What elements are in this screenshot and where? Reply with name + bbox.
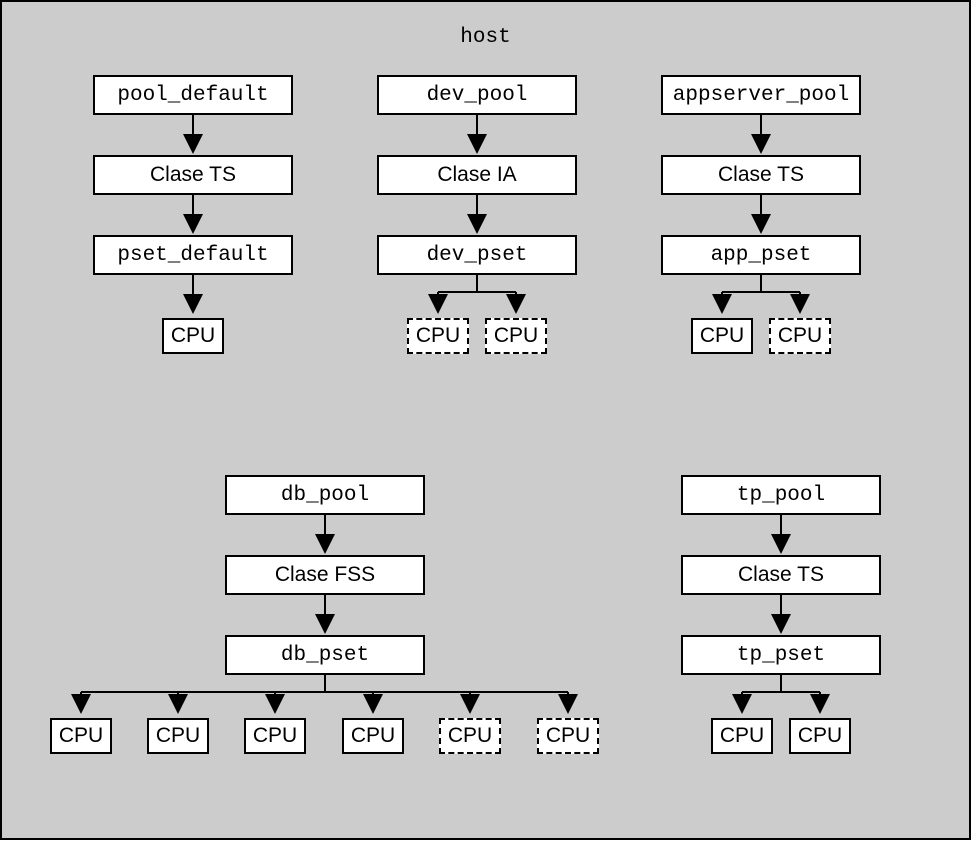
- cpu-box: CPU: [407, 318, 469, 354]
- pool-name-box: tp_pool: [681, 475, 881, 515]
- connector-layer: [2, 2, 971, 842]
- class-box: Clase TS: [93, 155, 293, 195]
- pset-box: app_pset: [661, 235, 861, 275]
- cpu-box: CPU: [162, 318, 224, 354]
- pset-box: db_pset: [225, 635, 425, 675]
- cpu-box: CPU: [244, 718, 306, 754]
- pool-name-box: appserver_pool: [661, 75, 861, 115]
- cpu-box: CPU: [439, 718, 501, 754]
- cpu-box: CPU: [769, 318, 831, 354]
- pool-name-box: dev_pool: [377, 75, 577, 115]
- pset-box: pset_default: [93, 235, 293, 275]
- class-box: Clase FSS: [225, 555, 425, 595]
- class-box: Clase IA: [377, 155, 577, 195]
- diagram-canvas: host: [0, 0, 971, 840]
- pset-box: tp_pset: [681, 635, 881, 675]
- cpu-box: CPU: [147, 718, 209, 754]
- class-box: Clase TS: [661, 155, 861, 195]
- cpu-box: CPU: [537, 718, 599, 754]
- cpu-box: CPU: [485, 318, 547, 354]
- cpu-box: CPU: [789, 718, 851, 754]
- class-box: Clase TS: [681, 555, 881, 595]
- cpu-box: CPU: [342, 718, 404, 754]
- pool-name-box: pool_default: [93, 75, 293, 115]
- cpu-box: CPU: [711, 718, 773, 754]
- cpu-box: CPU: [691, 318, 753, 354]
- cpu-box: CPU: [50, 718, 112, 754]
- pool-name-box: db_pool: [225, 475, 425, 515]
- pset-box: dev_pset: [377, 235, 577, 275]
